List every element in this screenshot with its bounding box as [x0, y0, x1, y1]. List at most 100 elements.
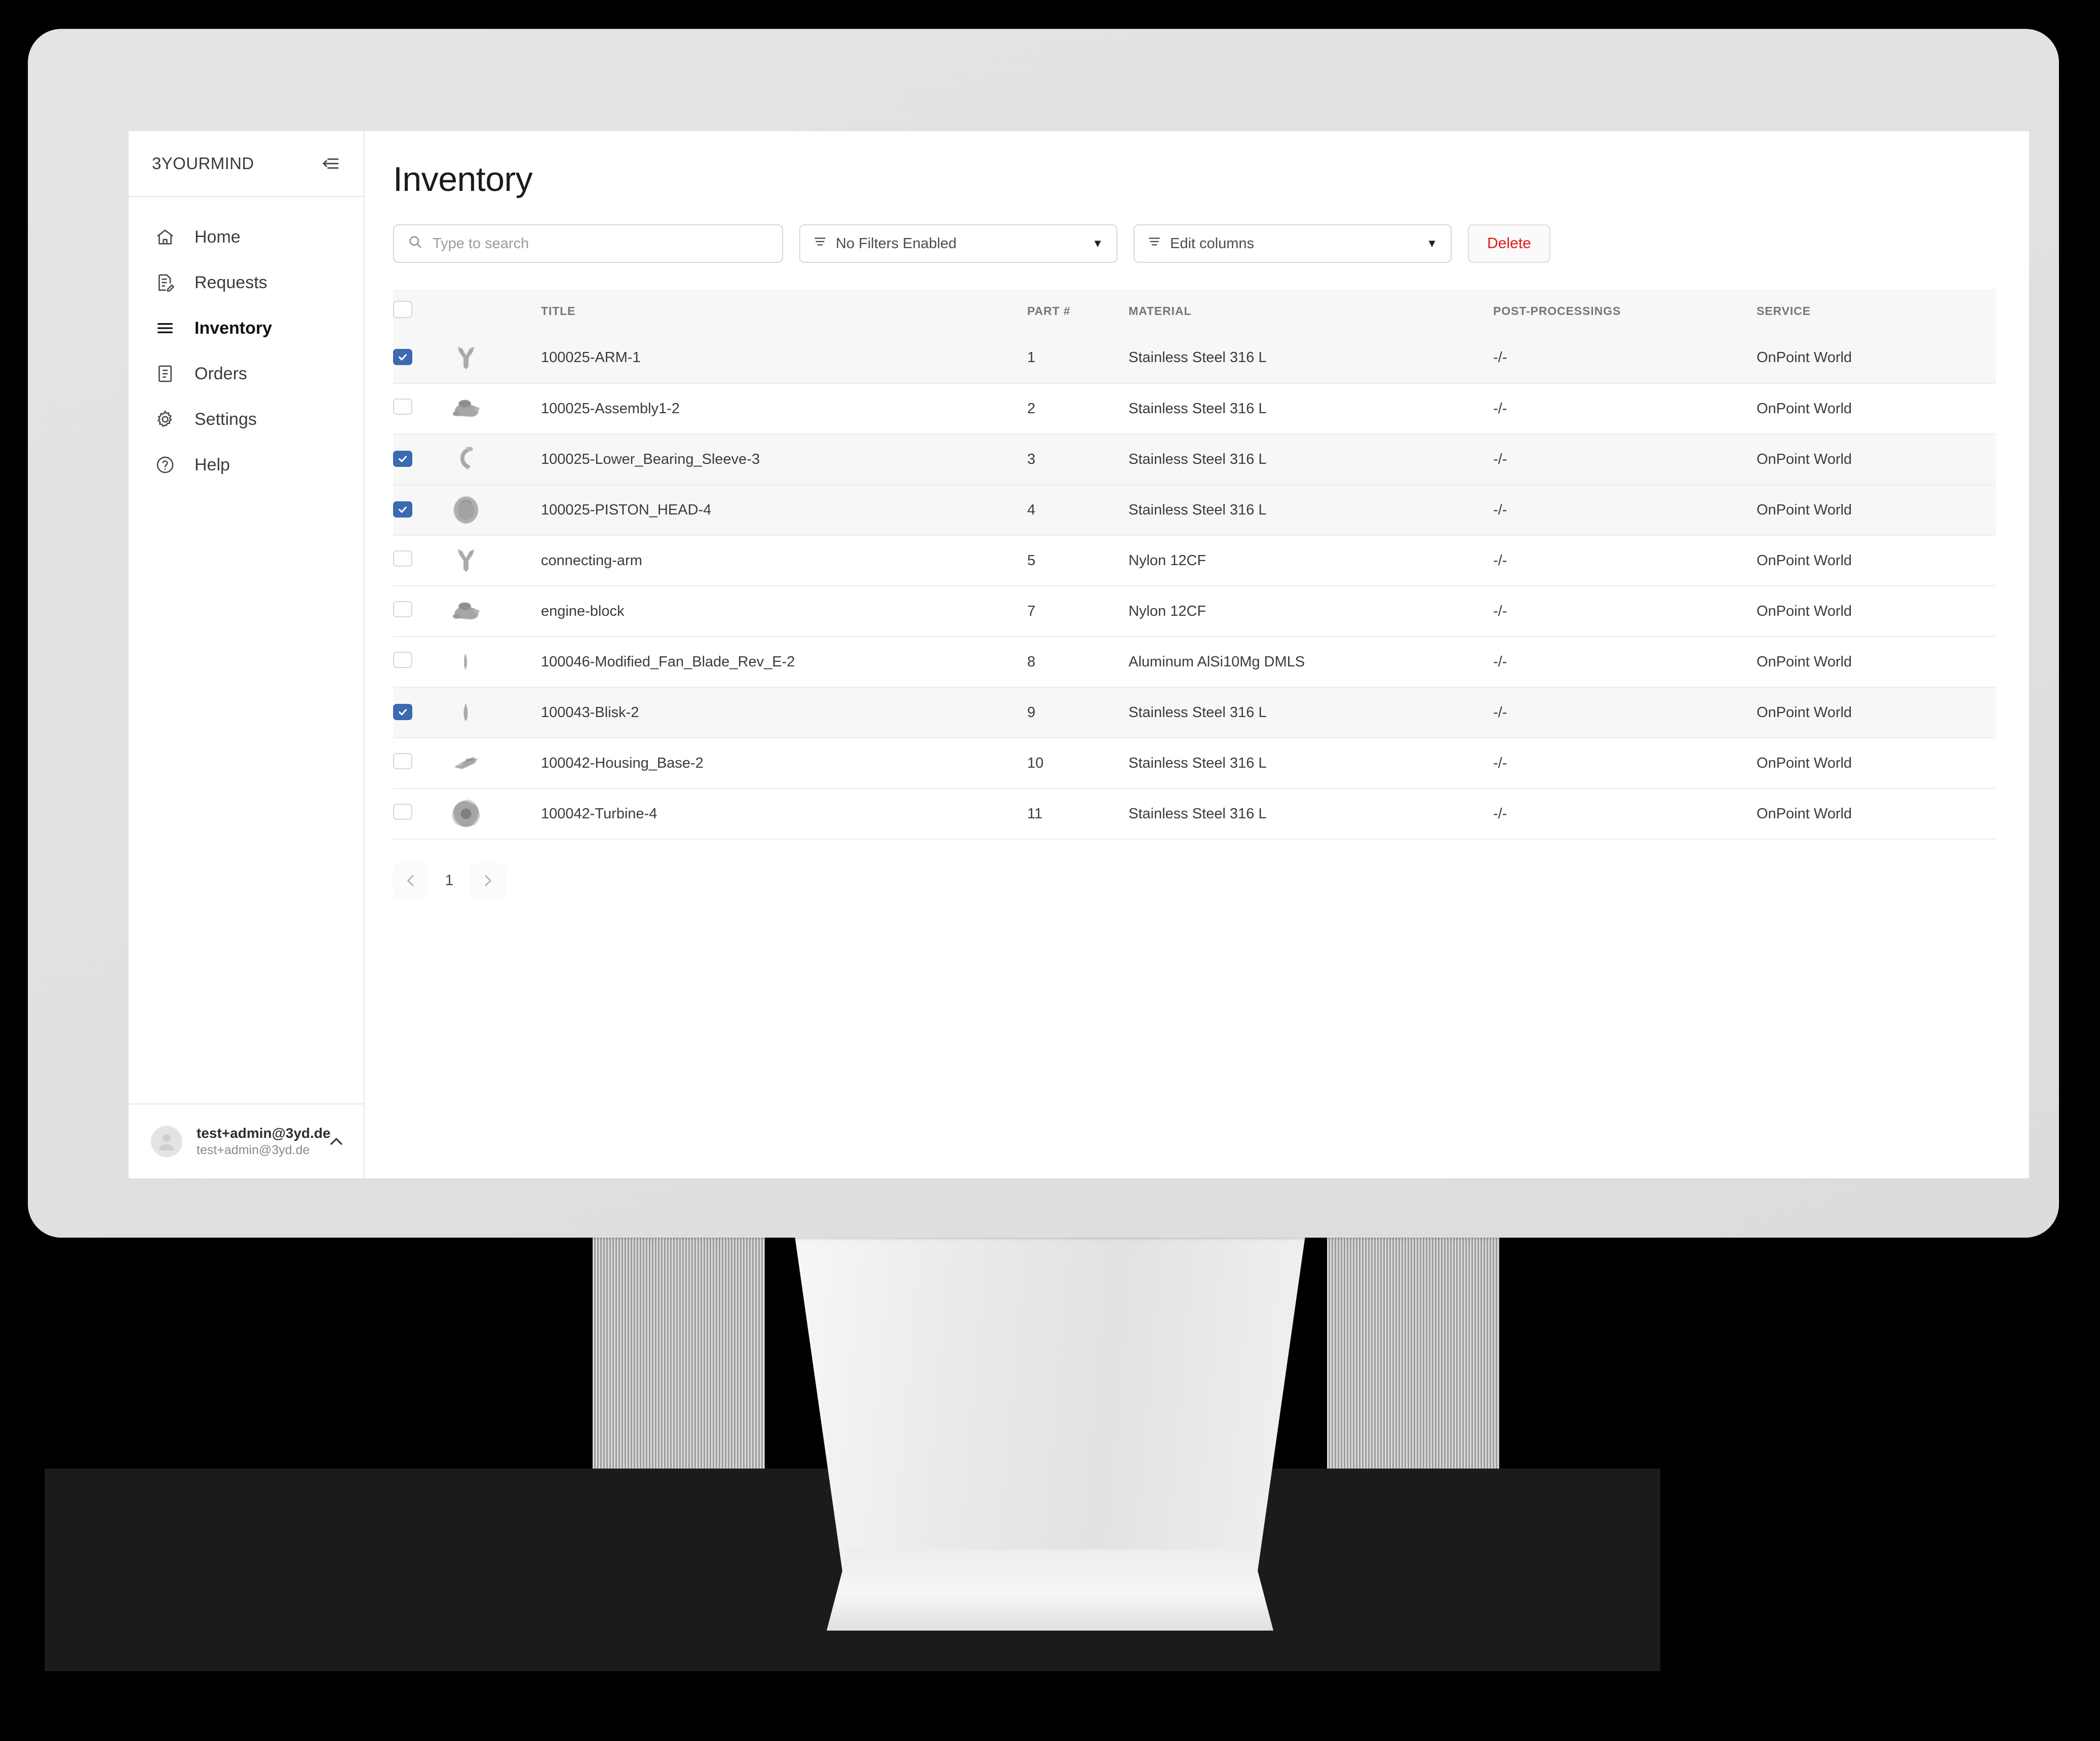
table-row[interactable]: engine-block 7 Nylon 12CF -/- OnPoint World: [393, 586, 1996, 637]
cell-post-processings: -/-: [1493, 535, 1757, 586]
cell-service: OnPoint World: [1757, 738, 1996, 789]
row-select-cell: [393, 738, 442, 789]
row-thumbnail-cell: [442, 788, 541, 840]
row-checkbox[interactable]: [393, 804, 412, 820]
table-row[interactable]: 100025-PISTON_HEAD-4 4 Stainless Steel 316…: [393, 485, 1996, 536]
row-select-cell: [393, 485, 442, 536]
cell-post-processings: -/-: [1493, 485, 1757, 536]
row-checkbox[interactable]: [393, 753, 412, 769]
search-box[interactable]: [393, 224, 783, 263]
user-text-block: test+admin@3yd.de test+admin@3yd.de: [197, 1124, 331, 1159]
table-row[interactable]: 100025-Lower_Bearing_Sleeve-3 3 Stainless …: [393, 434, 1996, 485]
table-row[interactable]: 100042-Turbine-4 11 Stainless Steel 316 L-…: [393, 788, 1996, 840]
engine-block-part-thumbnail: [442, 589, 490, 633]
row-checkbox[interactable]: [393, 601, 412, 617]
row-checkbox[interactable]: [393, 703, 412, 720]
edit-columns-dropdown[interactable]: Edit columns ▼: [1134, 224, 1452, 263]
cell-service: OnPoint World: [1757, 637, 1996, 688]
cell-post-processings: -/-: [1493, 687, 1757, 738]
row-select-cell: [393, 637, 442, 688]
row-checkbox[interactable]: [393, 652, 412, 668]
sidebar-nav: Home Requests Inventory Orders Settings …: [129, 197, 364, 1103]
sidebar-item-settings[interactable]: Settings: [129, 397, 364, 442]
cell-title[interactable]: 100046-Modified_Fan_Blade_Rev_E-2: [541, 637, 1027, 688]
housing-base-part-thumbnail: [442, 741, 490, 785]
cell-title[interactable]: 100025-PISTON_HEAD-4: [541, 485, 1027, 536]
cell-material: Stainless Steel 316 L: [1129, 788, 1493, 840]
delete-button[interactable]: Delete: [1468, 224, 1550, 263]
sidebar-item-orders[interactable]: Orders: [129, 351, 364, 397]
y-bracket-part-thumbnail: [442, 336, 490, 380]
cell-title[interactable]: 100025-Assembly1-2: [541, 383, 1027, 434]
cell-title[interactable]: 100042-Turbine-4: [541, 788, 1027, 840]
table-row[interactable]: connecting-arm 5 Nylon 12CF -/- OnPoint Worl…: [393, 535, 1996, 586]
page-number-1[interactable]: 1: [434, 865, 465, 896]
engine-block-part-thumbnail: [442, 387, 490, 430]
row-checkbox[interactable]: [393, 501, 412, 518]
row-checkbox[interactable]: [393, 450, 412, 467]
home-icon: [154, 226, 176, 248]
cell-post-processings: -/-: [1493, 788, 1757, 840]
sidebar-user-menu[interactable]: test+admin@3yd.de test+admin@3yd.de: [129, 1103, 364, 1178]
sidebar-item-help[interactable]: Help: [129, 442, 364, 488]
column-header-part[interactable]: PART #: [1027, 289, 1129, 333]
row-select-cell: [393, 788, 442, 840]
cell-part-number: 4: [1027, 485, 1129, 536]
table-row[interactable]: 100025-Assembly1-2 2 Stainless Steel 316 L…: [393, 383, 1996, 434]
table-row[interactable]: 100043-Blisk-2 9 Stainless Steel 316 L -/- O…: [393, 687, 1996, 738]
sidebar-item-inventory[interactable]: Inventory: [129, 305, 364, 351]
table-row[interactable]: 100042-Housing_Base-2 10 Stainless Steel 3…: [393, 738, 1996, 789]
sidebar-item-label: Home: [195, 227, 241, 247]
document-edit-icon: [154, 271, 176, 294]
cell-title[interactable]: engine-block: [541, 586, 1027, 637]
cell-title[interactable]: 100025-Lower_Bearing_Sleeve-3: [541, 434, 1027, 485]
cell-part-number: 7: [1027, 586, 1129, 637]
select-all-header: [393, 289, 442, 333]
brand-logo-text: 3YOURMIND: [152, 154, 254, 173]
cell-post-processings: -/-: [1493, 434, 1757, 485]
table-row[interactable]: 100025-ARM-1 1 Stainless Steel 316 L -/- OnP…: [393, 333, 1996, 384]
sidebar-item-requests[interactable]: Requests: [129, 260, 364, 305]
cell-post-processings: -/-: [1493, 738, 1757, 789]
filter-icon: [1148, 235, 1161, 252]
app-shell: 3YOURMIND Home Requests Inventory Orders…: [129, 131, 2029, 1178]
user-name: test+admin@3yd.de: [197, 1125, 331, 1141]
cell-material: Stainless Steel 316 L: [1129, 485, 1493, 536]
sidebar-item-home[interactable]: Home: [129, 214, 364, 260]
column-header-material[interactable]: MATERIAL: [1129, 289, 1493, 333]
table-header: TITLE PART # MATERIAL POST-PROCESSINGS S…: [393, 289, 1996, 333]
sidebar-item-label: Inventory: [195, 318, 273, 338]
next-page-button[interactable]: [470, 863, 505, 898]
cell-part-number: 2: [1027, 383, 1129, 434]
cell-title[interactable]: connecting-arm: [541, 535, 1027, 586]
search-input[interactable]: [433, 235, 769, 252]
cell-post-processings: -/-: [1493, 333, 1757, 384]
column-header-title[interactable]: TITLE: [541, 289, 1027, 333]
select-all-checkbox[interactable]: [393, 301, 412, 318]
cell-material: Stainless Steel 316 L: [1129, 434, 1493, 485]
row-checkbox[interactable]: [393, 550, 412, 567]
chevron-up-icon[interactable]: [326, 1131, 346, 1152]
cell-service: OnPoint World: [1757, 434, 1996, 485]
prev-page-button[interactable]: [393, 863, 429, 898]
row-thumbnail-cell: [442, 637, 541, 688]
row-select-cell: [393, 535, 442, 586]
sidebar-item-label: Requests: [195, 272, 267, 292]
row-thumbnail-cell: [442, 687, 541, 738]
filters-dropdown[interactable]: No Filters Enabled ▼: [799, 224, 1117, 263]
row-checkbox[interactable]: [393, 399, 412, 415]
row-select-cell: [393, 434, 442, 485]
column-header-post-processings[interactable]: POST-PROCESSINGS: [1493, 289, 1757, 333]
table-row[interactable]: 100046-Modified_Fan_Blade_Rev_E-2 8 Alumin…: [393, 637, 1996, 688]
cell-material: Stainless Steel 316 L: [1129, 687, 1493, 738]
sleeve-part-thumbnail: [442, 438, 490, 481]
row-thumbnail-cell: [442, 434, 541, 485]
blisk-part-thumbnail: [442, 691, 490, 734]
cell-title[interactable]: 100025-ARM-1: [541, 333, 1027, 384]
cell-title[interactable]: 100043-Blisk-2: [541, 687, 1027, 738]
column-header-service[interactable]: SERVICE: [1757, 289, 1996, 333]
cell-post-processings: -/-: [1493, 383, 1757, 434]
cell-title[interactable]: 100042-Housing_Base-2: [541, 738, 1027, 789]
row-checkbox[interactable]: [393, 349, 412, 365]
collapse-sidebar-icon[interactable]: [320, 153, 341, 174]
